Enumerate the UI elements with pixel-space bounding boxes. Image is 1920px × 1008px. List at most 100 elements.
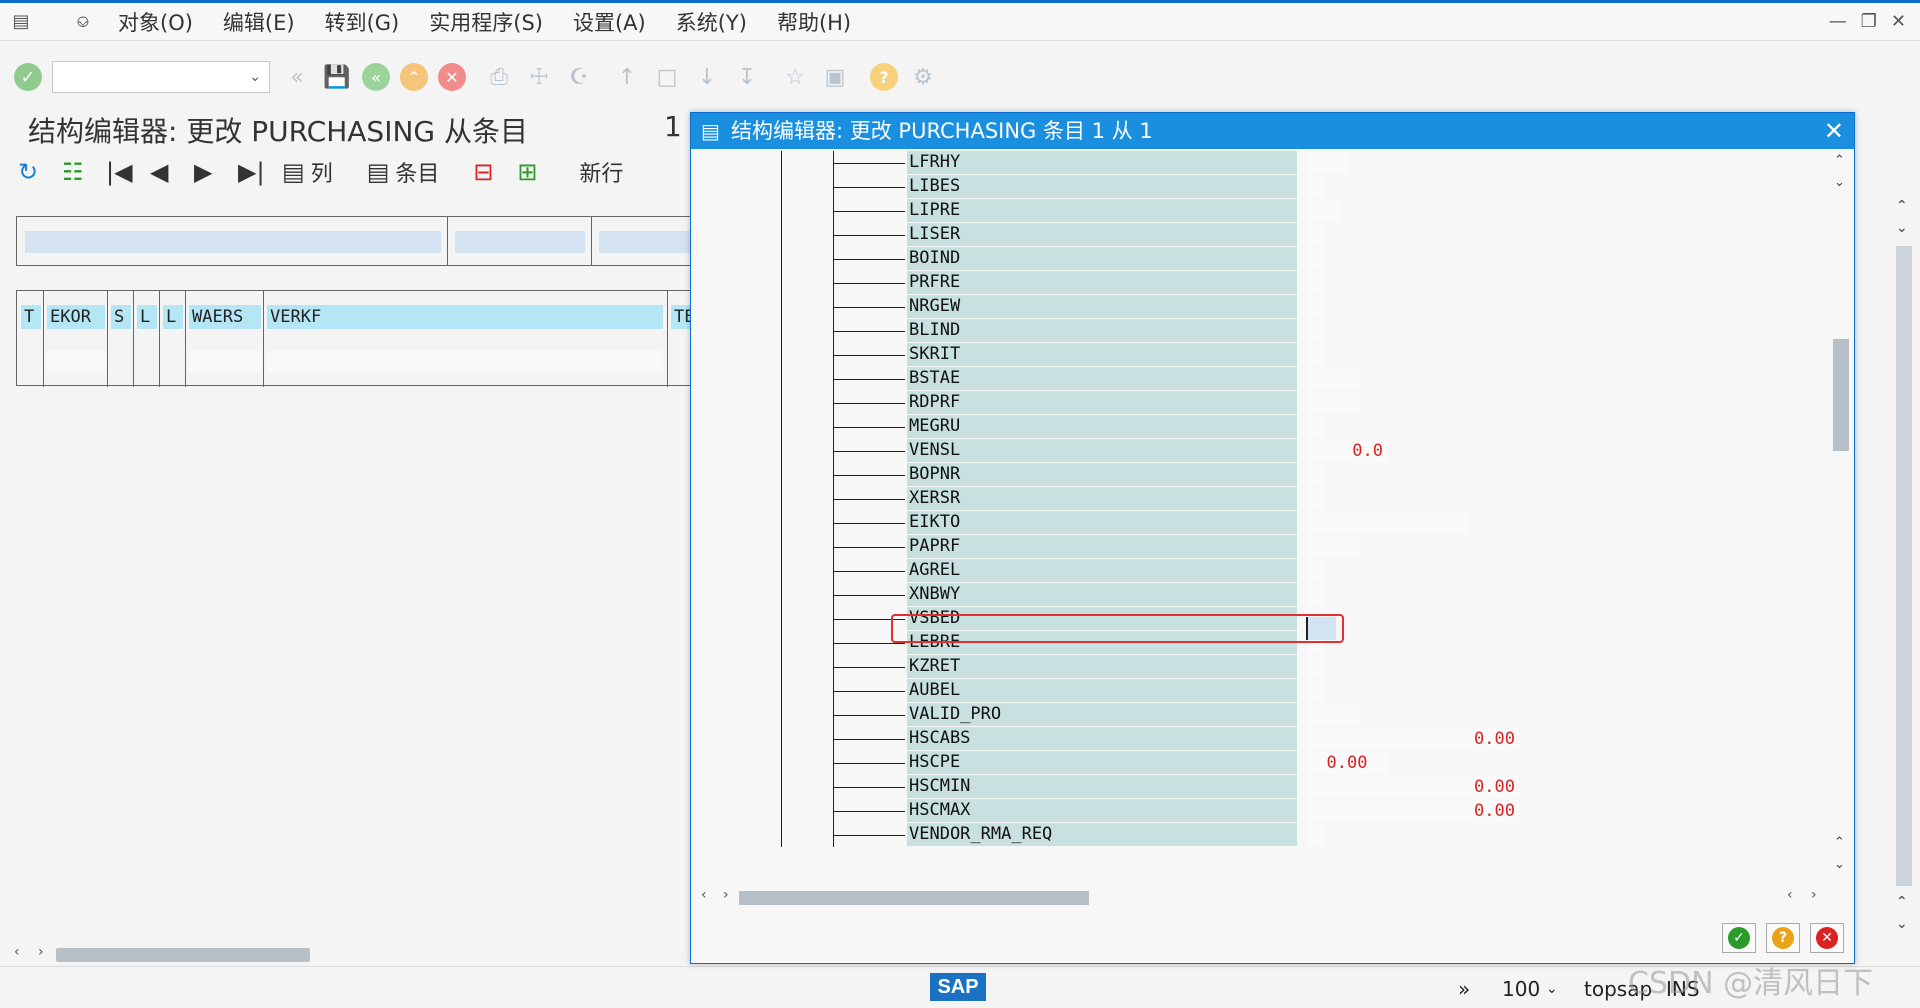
scroll-right-icon[interactable]: › (38, 944, 44, 960)
field-value[interactable] (1309, 392, 1361, 414)
cancel-icon[interactable]: ✕ (438, 63, 466, 91)
scroll-thumb[interactable] (1833, 339, 1849, 451)
grid-cell[interactable] (267, 351, 663, 373)
grid-header-l1[interactable]: L (137, 305, 157, 329)
layout-settings-icon[interactable]: ⚙ (908, 62, 938, 92)
header-field-3[interactable] (599, 231, 693, 253)
menu-edit[interactable]: 编辑(E) (223, 7, 295, 37)
grid-cell[interactable] (47, 351, 105, 373)
field-value[interactable] (1309, 344, 1323, 366)
field-value[interactable] (1309, 200, 1339, 222)
grid-header-t[interactable]: T (21, 305, 41, 329)
enter-icon[interactable]: ✓ (14, 63, 42, 91)
grid-header-ekor[interactable]: EKOR (47, 305, 105, 329)
first-page-icon[interactable]: ↑ (612, 62, 642, 92)
field-value[interactable]: 0.00 (1309, 800, 1519, 822)
vsbed-input-cursor[interactable] (1306, 617, 1336, 640)
previous-page-icon[interactable]: □ (652, 62, 682, 92)
print-icon[interactable]: ⎙ (484, 62, 514, 92)
minimize-icon[interactable]: — (1829, 11, 1847, 32)
field-value[interactable]: 0.00 (1309, 752, 1389, 774)
field-value[interactable] (1309, 416, 1323, 438)
last-page-icon[interactable]: ↧ (732, 62, 762, 92)
cancel-button[interactable]: ✕ (1810, 923, 1844, 953)
scroll-up-icon[interactable]: ⌃ (1834, 153, 1845, 168)
field-value[interactable] (1309, 176, 1323, 198)
header-field-1[interactable] (25, 231, 441, 253)
menu-system[interactable]: 系统(Y) (676, 7, 747, 37)
dialog-close-icon[interactable]: ✕ (1824, 113, 1844, 149)
field-value[interactable] (1309, 512, 1467, 534)
scroll-right-icon[interactable]: › (1811, 887, 1817, 903)
entries-button[interactable]: ▤ 条目 (367, 157, 440, 187)
field-value[interactable] (1309, 680, 1323, 702)
dialog-vertical-scrollbar[interactable]: ⌃ ⌄ ⌃ ⌄ (1831, 151, 1851, 881)
scroll-down-icon[interactable]: ⌄ (1834, 857, 1845, 872)
scroll-left-icon[interactable]: ‹ (14, 944, 20, 960)
menu-help[interactable]: 帮助(H) (777, 7, 851, 37)
add-row-icon[interactable]: ⊞ (517, 157, 547, 187)
help-icon[interactable]: ? (870, 63, 898, 91)
help-button[interactable]: ? (1766, 923, 1800, 953)
scroll-thumb[interactable] (56, 948, 310, 962)
dialog-horizontal-scrollbar[interactable]: ‹ › ‹ › (697, 887, 1827, 909)
find-icon[interactable]: ☩ (524, 62, 554, 92)
scroll-left-icon[interactable]: ‹ (701, 887, 707, 903)
field-value[interactable] (1309, 152, 1349, 174)
first-entry-icon[interactable]: |◀ (106, 157, 136, 187)
grid-cell[interactable] (189, 351, 261, 373)
new-session-icon[interactable]: ☆ (780, 62, 810, 92)
zoom-level[interactable]: 100 (1502, 977, 1540, 1001)
field-value[interactable] (1309, 536, 1361, 558)
header-field-2[interactable] (455, 231, 585, 253)
field-value[interactable] (1309, 488, 1323, 510)
command-field[interactable]: ⌄ (52, 61, 270, 93)
field-value[interactable] (1309, 656, 1323, 678)
field-value[interactable]: 0.00 (1309, 728, 1519, 750)
field-value[interactable] (1309, 224, 1323, 246)
field-value[interactable] (1309, 272, 1323, 294)
previous-entry-icon[interactable]: ◀ (150, 157, 180, 187)
save-icon[interactable]: 💾 (322, 62, 352, 92)
shortcut-icon[interactable]: ▣ (820, 62, 850, 92)
scroll-down-icon[interactable]: ⌄ (1834, 175, 1845, 190)
field-value[interactable] (1309, 368, 1361, 390)
scroll-down-icon[interactable]: ⌄ (1896, 916, 1908, 932)
field-value[interactable] (1309, 704, 1361, 726)
main-vertical-scrollbar[interactable]: ⌃ ⌄ ⌃ ⌄ (1894, 196, 1916, 936)
field-value[interactable] (1309, 296, 1323, 318)
scroll-down-icon[interactable]: ⌄ (1896, 220, 1908, 236)
menu-exit-icon[interactable]: ▤ (10, 12, 32, 31)
main-horizontal-scrollbar[interactable]: ‹ › (10, 944, 690, 964)
scroll-right-icon[interactable]: › (723, 887, 729, 903)
scroll-up-icon[interactable]: ⌃ (1896, 198, 1908, 214)
field-value[interactable] (1309, 824, 1323, 846)
field-value[interactable] (1309, 464, 1323, 486)
exit-icon[interactable]: ⌃ (400, 63, 428, 91)
back-icon[interactable]: « (362, 63, 390, 91)
field-value[interactable] (1309, 584, 1323, 606)
scroll-track[interactable] (1896, 246, 1912, 886)
field-value[interactable] (1309, 560, 1323, 582)
scroll-left-icon[interactable]: ‹ (1787, 887, 1793, 903)
field-value[interactable] (1309, 320, 1323, 342)
scroll-up-icon[interactable]: ⌃ (1896, 894, 1908, 910)
menu-object[interactable]: 对象(O) (118, 7, 193, 37)
new-line-button[interactable]: 新行 (573, 157, 623, 187)
menu-goto[interactable]: 转到(G) (325, 7, 400, 37)
scroll-thumb[interactable] (739, 891, 1089, 905)
double-left-icon[interactable]: « (282, 62, 312, 92)
last-entry-icon[interactable]: ▶| (238, 157, 268, 187)
next-entry-icon[interactable]: ▶ (194, 157, 224, 187)
field-value[interactable]: 0.0 (1309, 440, 1387, 462)
next-page-icon[interactable]: ↓ (692, 62, 722, 92)
status-expand-icon[interactable]: » (1458, 977, 1470, 1001)
scroll-up-icon[interactable]: ⌃ (1834, 835, 1845, 850)
grid-header-waers[interactable]: WAERS (189, 305, 261, 329)
customize-icon[interactable]: ⎉ (72, 12, 94, 31)
field-value[interactable]: 0.00 (1309, 776, 1519, 798)
close-window-icon[interactable]: ✕ (1891, 11, 1906, 32)
hierarchy-icon[interactable]: ☷ (62, 157, 92, 187)
grid-header-s[interactable]: S (111, 305, 131, 329)
zoom-dropdown-icon[interactable]: ⌄ (1546, 981, 1558, 997)
